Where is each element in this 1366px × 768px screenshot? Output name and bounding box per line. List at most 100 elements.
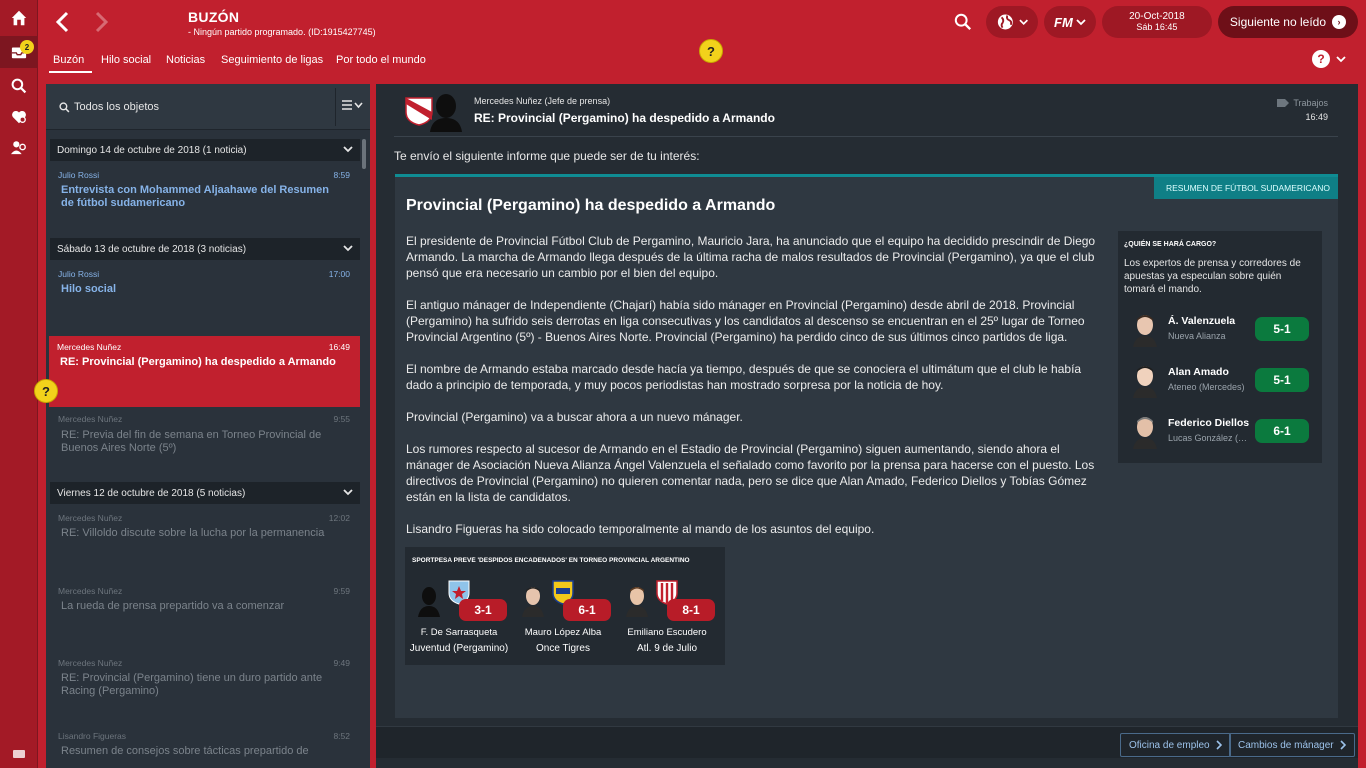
article-paragraph[interactable]: Los rumores respecto al sucesor de Arman… xyxy=(406,441,1106,505)
item-time: 12:02 xyxy=(328,513,350,523)
fm-menu-button[interactable]: FM xyxy=(1043,6,1096,38)
job-centre-label: Oficina de empleo xyxy=(1129,739,1210,751)
item-time: 9:59 xyxy=(333,586,350,596)
candidate-odds: 5-1 xyxy=(1255,368,1309,392)
who-box-text: Los expertos de prensa y corredores de a… xyxy=(1124,258,1301,295)
world-menu-button[interactable] xyxy=(985,6,1038,38)
next-unread-button[interactable]: Siguiente no leído › xyxy=(1217,6,1358,38)
prediction-odds: 6-1 xyxy=(563,599,611,621)
item-subject: RE: Provincial (Pergamino) ha despedido … xyxy=(60,356,336,368)
inbox-item[interactable]: Mercedes Nuñez 9:49 RE: Provincial (Perg… xyxy=(50,652,360,722)
prediction-name: F. De Sarrasqueta xyxy=(420,627,498,638)
item-sender: Julio Rossi xyxy=(58,170,100,180)
inbox-item[interactable]: Lisandro Figueras 8:52 Resumen de consej… xyxy=(50,725,360,768)
help-hint-icon[interactable]: ? xyxy=(34,379,58,403)
tab-seguimiento-ligas[interactable]: Seguimiento de ligas xyxy=(221,54,323,66)
who-takes-over-box: ¿QUIÉN SE HARÁ CARGO? Los expertos de pr… xyxy=(1118,231,1322,463)
history-nav xyxy=(52,10,112,34)
staff-icon[interactable] xyxy=(0,131,38,163)
inbox-item[interactable]: Mercedes Nuñez 12:02 RE: Villoldo discut… xyxy=(50,507,360,577)
search-icon[interactable] xyxy=(0,70,38,102)
item-sender: Mercedes Nuñez xyxy=(58,414,123,424)
sort-menu-icon[interactable] xyxy=(342,99,364,114)
item-sender: Mercedes Nuñez xyxy=(58,658,123,668)
message-tag-label: Trabajos xyxy=(1293,98,1328,108)
message-view: Mercedes Nuñez (Jefe de prensa) RE: Prov… xyxy=(376,84,1358,768)
candidate-row[interactable]: Alan Amado Ateneo (Mercedes) 5-1 xyxy=(1118,360,1322,402)
tab-noticias[interactable]: Noticias xyxy=(166,54,205,66)
article-paragraph[interactable]: El presidente de Provincial Fútbol Club … xyxy=(406,233,1106,281)
global-search-icon[interactable] xyxy=(946,13,980,31)
inbox-item[interactable]: Julio Rossi 8:59 Entrevista con Mohammed… xyxy=(50,164,360,216)
current-date: 20-Oct-2018 xyxy=(1129,11,1185,22)
source-badge[interactable]: RESUMEN DE FÚTBOL SUDAMERICANO xyxy=(1153,177,1338,199)
home-icon[interactable] xyxy=(0,2,38,34)
candidate-row[interactable]: Á. Valenzuela Nueva Alianza 5-1 xyxy=(1118,309,1322,351)
date-display[interactable]: 20-Oct-2018 Sáb 16:45 xyxy=(1101,6,1212,38)
chevron-right-icon xyxy=(1216,740,1222,750)
filter-label: Todos los objetos xyxy=(74,101,159,113)
chevron-down-icon xyxy=(1018,19,1028,26)
message-time: 16:49 xyxy=(1305,112,1328,122)
message-footer: Oficina de empleo Cambios de mánager xyxy=(376,726,1358,758)
article-paragraph[interactable]: Lisandro Figueras ha sido colocado tempo… xyxy=(406,521,1106,537)
inbox-item[interactable]: Mercedes Nuñez 9:59 La rueda de prensa p… xyxy=(50,580,360,650)
prediction-card[interactable]: 3-1 F. De Sarrasqueta Juventud (Pergamin… xyxy=(407,577,511,663)
candidate-club: Nueva Alianza xyxy=(1168,331,1226,341)
inbox-item[interactable]: Julio Rossi 17:00 Hilo social xyxy=(50,263,360,315)
prediction-card[interactable]: 6-1 Mauro López Alba Once Tigres xyxy=(511,577,615,663)
header-controls: FM 20-Oct-2018 Sáb 16:45 Siguiente no le… xyxy=(946,6,1358,38)
job-centre-button[interactable]: Oficina de empleo xyxy=(1120,733,1231,757)
article-paragraph[interactable]: Provincial (Pergamino) va a buscar ahora… xyxy=(406,409,1106,425)
tab-buzon[interactable]: Buzón xyxy=(48,54,93,73)
message-header: Mercedes Nuñez (Jefe de prensa) RE: Prov… xyxy=(376,84,1358,136)
manager-face xyxy=(626,587,648,617)
tab-hilo-social[interactable]: Hilo social xyxy=(101,54,151,66)
inbox-icon[interactable]: 2 xyxy=(0,36,38,68)
candidate-face xyxy=(1133,366,1157,398)
group-header[interactable]: Sábado 13 de octubre de 2018 (3 noticias… xyxy=(50,238,360,260)
candidate-face xyxy=(1133,417,1157,449)
scrollbar-thumb[interactable] xyxy=(362,139,366,169)
message-subject: RE: Provincial (Pergamino) ha despedido … xyxy=(474,111,775,125)
group-label: Sábado 13 de octubre de 2018 (3 noticias… xyxy=(57,243,247,255)
prediction-card[interactable]: 8-1 Emiliano Escudero Atl. 9 de Julio xyxy=(615,577,719,663)
forward-arrow-icon[interactable] xyxy=(90,10,112,34)
manager-silhouette xyxy=(418,587,440,617)
article-paragraph[interactable]: El nombre de Armando estaba marcado desd… xyxy=(406,361,1106,393)
candidate-odds: 6-1 xyxy=(1255,419,1309,443)
group-header[interactable]: Domingo 14 de octubre de 2018 (1 noticia… xyxy=(50,139,360,161)
message-tag: Trabajos xyxy=(1277,98,1328,108)
inbox-item[interactable]: Mercedes Nuñez 9:55 RE: Previa del fin d… xyxy=(50,408,360,468)
inbox-filter[interactable]: Todos los objetos xyxy=(46,84,370,130)
item-time: 9:49 xyxy=(333,658,350,668)
header-divider xyxy=(394,136,1338,137)
inbox-badge: 2 xyxy=(20,40,34,54)
group-header[interactable]: Viernes 12 de octubre de 2018 (5 noticia… xyxy=(50,482,360,504)
article-headline: Provincial (Pergamino) ha despedido a Ar… xyxy=(406,197,776,214)
prediction-club: Juventud (Pergamino) xyxy=(409,643,509,654)
item-time: 17:00 xyxy=(328,269,350,279)
item-subject: La rueda de prensa prepartido va a comen… xyxy=(61,600,285,612)
inbox-item-selected[interactable]: Mercedes Nuñez 16:49 RE: Provincial (Per… xyxy=(49,336,360,407)
header-bar: BUZÓN - Ningún partido programado. (ID:1… xyxy=(38,0,1366,45)
page-subtitle: - Ningún partido programado. (ID:1915427… xyxy=(188,27,376,37)
keyboard-icon[interactable] xyxy=(0,740,38,768)
scouting-icon[interactable] xyxy=(0,101,38,133)
prediction-odds: 8-1 xyxy=(667,599,715,621)
article-paragraph[interactable]: El antiguo mánager de Independiente (Cha… xyxy=(406,297,1106,345)
sender-avatar xyxy=(430,94,462,132)
item-sender: Mercedes Nuñez xyxy=(57,342,122,352)
tag-icon xyxy=(1277,99,1290,107)
item-time: 8:59 xyxy=(333,170,350,180)
chevron-down-icon xyxy=(1076,19,1086,26)
help-icon: ? xyxy=(1312,50,1330,68)
back-arrow-icon[interactable] xyxy=(52,10,74,34)
page-help-menu[interactable]: ? xyxy=(1312,50,1346,68)
candidate-row[interactable]: Federico Diellos Lucas González (Entre R… xyxy=(1118,411,1322,453)
tab-por-todo-el-mundo[interactable]: Por todo el mundo xyxy=(336,54,426,66)
help-hint-icon[interactable]: ? xyxy=(699,39,723,63)
item-time: 8:52 xyxy=(333,731,350,741)
inbox-list-panel: Todos los objetos Domingo 14 de octubre … xyxy=(46,84,370,768)
manager-changes-button[interactable]: Cambios de mánager xyxy=(1229,733,1355,757)
